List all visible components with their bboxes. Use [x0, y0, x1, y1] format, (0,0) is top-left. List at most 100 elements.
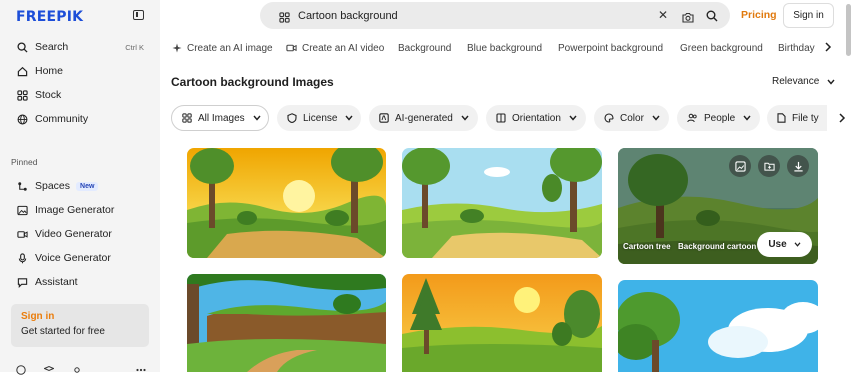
- filter-license[interactable]: License: [277, 105, 361, 131]
- chevron-down-icon: [794, 242, 801, 247]
- suggestion-label: Create an AI image: [187, 42, 273, 54]
- collapse-sidebar-icon[interactable]: [133, 10, 144, 20]
- voice-icon: [16, 252, 28, 264]
- sort-dropdown[interactable]: Relevance: [772, 76, 835, 87]
- sidebar-item-label: Home: [35, 65, 64, 77]
- spaces-icon: [16, 180, 28, 192]
- suggestion-ai-image[interactable]: Create an AI image: [172, 41, 273, 55]
- learn-icon[interactable]: [43, 362, 55, 372]
- search-type-icon[interactable]: [279, 10, 290, 28]
- grid-icon: [182, 113, 192, 123]
- download-button[interactable]: [787, 155, 809, 177]
- image-tag[interactable]: Cartoon tree: [623, 242, 671, 251]
- image-card[interactable]: [402, 274, 602, 372]
- search-shortcut: Ctrl K: [125, 43, 144, 52]
- filter-people[interactable]: People: [677, 105, 760, 131]
- image-card[interactable]: [187, 274, 386, 372]
- chevron-down-icon: [569, 115, 577, 121]
- chevron-right-icon[interactable]: [835, 111, 849, 125]
- sidebar-item-label: Assistant: [35, 276, 78, 288]
- license-icon: [287, 113, 297, 123]
- use-button[interactable]: Use: [757, 232, 812, 257]
- filter-ai-generated[interactable]: AI-generated: [369, 105, 478, 131]
- sidebar-item-label: Video Generator: [35, 228, 112, 240]
- sidebar-item-home[interactable]: Home: [16, 62, 63, 80]
- chevron-down-icon: [461, 115, 469, 121]
- filter-color[interactable]: Color: [594, 105, 669, 131]
- sort-label: Relevance: [772, 76, 820, 87]
- help-icon[interactable]: [16, 362, 26, 375]
- search-bar[interactable]: ✕: [260, 2, 730, 29]
- filter-all-images[interactable]: All Images: [171, 105, 269, 131]
- suggestion-chip[interactable]: Birthday: [778, 41, 818, 55]
- sidebar-item-label: Spaces: [35, 180, 71, 192]
- filter-orientation[interactable]: Orientation: [486, 105, 586, 131]
- ai-icon: [379, 113, 389, 123]
- image-card[interactable]: [187, 148, 386, 258]
- sparkle-icon: [172, 43, 182, 53]
- chevron-down-icon: [743, 115, 751, 121]
- sidebar-item-label: Stock: [35, 89, 62, 101]
- chevron-down-icon: [827, 79, 835, 85]
- image-icon: [16, 204, 28, 216]
- filter-label: People: [704, 112, 736, 124]
- image-card[interactable]: [402, 148, 602, 258]
- more-icon[interactable]: [136, 362, 146, 372]
- sidebar: FREEPIK Search Ctrl K Home Stock Communi…: [0, 0, 160, 375]
- use-button-label: Use: [768, 239, 787, 250]
- sidebar-item-label: Search: [35, 41, 69, 53]
- filter-label: File ty: [792, 112, 819, 124]
- sidebar-footer: [16, 362, 146, 375]
- freepik-logo[interactable]: FREEPIK: [16, 9, 83, 25]
- suggestion-chip[interactable]: Background: [398, 41, 451, 55]
- page-title: Cartoon background Images: [171, 75, 334, 89]
- home-icon: [16, 65, 28, 77]
- chevron-down-icon: [652, 115, 660, 121]
- image-tag[interactable]: Background cartoon: [678, 242, 756, 251]
- suggestion-chip[interactable]: Green background: [680, 41, 763, 55]
- cartoon-cliff-image: [187, 274, 386, 372]
- sidebar-item-label: Community: [35, 113, 89, 125]
- file-icon: [777, 113, 786, 123]
- suggestion-chip[interactable]: Powerpoint background: [558, 41, 663, 55]
- sidebar-item-assistant[interactable]: Assistant: [16, 273, 78, 291]
- filter-label: Color: [620, 112, 644, 124]
- signin-card-title[interactable]: Sign in: [21, 311, 139, 322]
- sidebar-item-voice-generator[interactable]: Voice Generator: [16, 249, 111, 267]
- search-icon[interactable]: [706, 9, 718, 27]
- theme-icon[interactable]: [72, 362, 82, 373]
- similar-images-button[interactable]: [729, 155, 751, 177]
- pricing-link[interactable]: Pricing: [741, 9, 777, 21]
- sidebar-item-label: Image Generator: [35, 204, 115, 216]
- search-icon: [16, 41, 28, 53]
- suggestion-ai-video[interactable]: Create an AI video: [286, 41, 384, 55]
- filter-label: All Images: [198, 112, 245, 124]
- sign-in-button[interactable]: Sign in: [783, 3, 834, 28]
- scrollbar-thumb[interactable]: [846, 4, 851, 56]
- sidebar-item-stock[interactable]: Stock: [16, 86, 61, 104]
- filter-file-type[interactable]: File ty: [767, 105, 827, 131]
- signin-card[interactable]: Sign in Get started for free: [11, 304, 149, 347]
- cartoon-sky-tree-image: [618, 280, 818, 372]
- filter-label: AI-generated: [395, 112, 453, 124]
- filter-label: License: [303, 112, 338, 124]
- sidebar-item-community[interactable]: Community: [16, 110, 88, 128]
- sidebar-item-video-generator[interactable]: Video Generator: [16, 225, 112, 243]
- chevron-right-icon[interactable]: [821, 40, 835, 54]
- add-to-collection-button[interactable]: [758, 155, 780, 177]
- sidebar-item-search[interactable]: Search: [16, 38, 68, 56]
- palette-icon: [604, 113, 614, 123]
- suggestion-chip[interactable]: Blue background: [467, 41, 542, 55]
- chevron-down-icon: [345, 115, 354, 121]
- search-input[interactable]: [298, 7, 598, 24]
- suggestion-label: Create an AI video: [302, 42, 385, 54]
- new-badge: New: [76, 181, 99, 191]
- orientation-icon: [496, 113, 506, 123]
- sidebar-item-spaces[interactable]: Spaces New: [16, 177, 99, 195]
- image-card[interactable]: [618, 280, 818, 372]
- globe-icon: [16, 113, 28, 125]
- camera-icon[interactable]: [682, 10, 694, 28]
- signin-card-subtitle: Get started for free: [21, 326, 105, 337]
- clear-search-icon[interactable]: ✕: [658, 8, 668, 22]
- sidebar-item-image-generator[interactable]: Image Generator: [16, 201, 114, 219]
